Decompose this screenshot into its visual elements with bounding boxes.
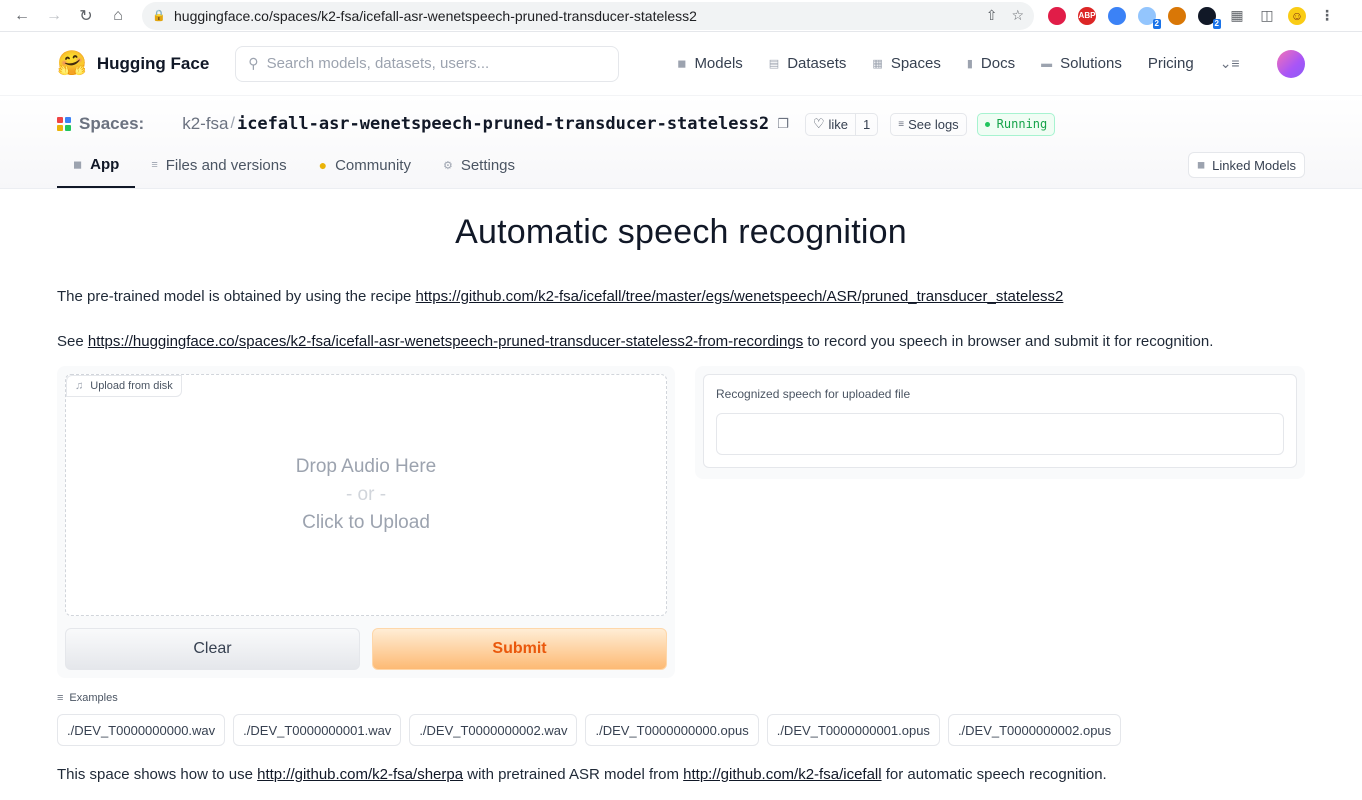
arrow-extension-icon[interactable] bbox=[1108, 6, 1126, 25]
icefall-link[interactable]: http://github.com/k2-fsa/icefall bbox=[683, 766, 881, 783]
more-menu-icon[interactable]: ⌄≡ bbox=[1220, 55, 1240, 72]
opera-icon[interactable] bbox=[1048, 6, 1066, 25]
tab-files[interactable]: ≡ Files and versions bbox=[135, 152, 302, 188]
path-separator: / bbox=[230, 115, 235, 132]
search-icon: ⚲ bbox=[248, 55, 259, 71]
footer-text: This space shows how to use http://githu… bbox=[57, 766, 1107, 783]
space-owner-link[interactable]: k2-fsa bbox=[182, 114, 228, 134]
linked-models-button[interactable]: ◼ Linked Models bbox=[1187, 152, 1305, 178]
cookie-icon[interactable] bbox=[1168, 6, 1186, 25]
adblock-icon[interactable]: ABP bbox=[1078, 6, 1096, 25]
sherpa-link[interactable]: http://github.com/k2-fsa/sherpa bbox=[257, 766, 463, 783]
book-icon: ▮ bbox=[966, 58, 973, 70]
recordings-space-link[interactable]: https://huggingface.co/spaces/k2-fsa/ice… bbox=[88, 333, 803, 350]
example-item[interactable]: ./DEV_T0000000001.opus bbox=[766, 714, 940, 746]
search-input[interactable]: ⚲ Search models, datasets, users... bbox=[235, 45, 620, 82]
list-icon: ≡ bbox=[57, 692, 64, 704]
share-icon[interactable]: ⇧ bbox=[986, 7, 998, 24]
output-label: Recognized speech for uploaded file bbox=[716, 387, 911, 401]
cube-icon: ◼ bbox=[1196, 159, 1206, 171]
logs-icon: ≡ bbox=[898, 118, 905, 130]
example-item[interactable]: ./DEV_T0000000000.opus bbox=[585, 714, 759, 746]
nav-models[interactable]: ◼ Models bbox=[677, 55, 743, 72]
heart-icon: ♡ bbox=[812, 116, 825, 131]
hugging-face-logo-icon: 🤗 bbox=[57, 50, 87, 77]
nav-pricing[interactable]: Pricing bbox=[1148, 55, 1194, 72]
extensions-bar: ABP 2 2 bbox=[1048, 6, 1221, 29]
profile-emoji-icon[interactable]: ☺ bbox=[1288, 6, 1306, 25]
cube-icon: ◼ bbox=[73, 158, 83, 171]
address-bar[interactable]: 🔒 huggingface.co/spaces/k2-fsa/icefall-a… bbox=[142, 1, 1034, 30]
submit-button[interactable]: Submit bbox=[372, 628, 667, 670]
example-item[interactable]: ./DEV_T0000000000.wav bbox=[57, 714, 226, 746]
examples-header: ≡ Examples bbox=[57, 692, 118, 704]
cube-icon: ◼ bbox=[677, 58, 687, 70]
home-icon[interactable]: ⌂ bbox=[104, 2, 132, 30]
community-icon: ● bbox=[318, 157, 328, 173]
page-title: Automatic speech recognition bbox=[455, 213, 907, 251]
extension-badge: 2 bbox=[1212, 18, 1221, 29]
grid-icon: ▦ bbox=[872, 58, 883, 70]
forward-icon[interactable]: → bbox=[40, 2, 68, 30]
audio-upload-dropzone[interactable]: ♫ Upload from disk Drop Audio Here - or … bbox=[65, 374, 667, 616]
globe-extension-icon[interactable]: 2 bbox=[1138, 6, 1161, 29]
space-header: Spaces: k2-fsa / icefall-asr-wenetspeech… bbox=[0, 96, 1362, 189]
spaces-logo-icon bbox=[57, 117, 71, 131]
upload-label: ♫ Upload from disk bbox=[66, 375, 182, 397]
output-panel: Recognized speech for uploaded file bbox=[695, 366, 1305, 479]
tab-settings[interactable]: ⚙ Settings bbox=[427, 152, 531, 188]
back-icon[interactable]: ← bbox=[8, 2, 36, 30]
brand-name: Hugging Face bbox=[96, 53, 210, 73]
bookmark-star-icon[interactable]: ☆ bbox=[1011, 7, 1024, 24]
like-count: 1 bbox=[855, 113, 877, 135]
status-badge: Running bbox=[976, 112, 1056, 136]
app-content: Automatic speech recognition The pre-tra… bbox=[0, 213, 1362, 783]
search-placeholder: Search models, datasets, users... bbox=[266, 55, 490, 72]
space-repo-name[interactable]: icefall-asr-wenetspeech-pruned-transduce… bbox=[237, 114, 769, 134]
see-logs-button[interactable]: ≡ See logs bbox=[890, 112, 967, 136]
music-note-icon: ♫ bbox=[75, 380, 84, 392]
sidebar-icon[interactable]: ◫ bbox=[1258, 7, 1276, 25]
browser-toolbar: ← → ↻ ⌂ 🔒 huggingface.co/spaces/k2-fsa/i… bbox=[0, 0, 1362, 32]
input-panel: ♫ Upload from disk Drop Audio Here - or … bbox=[57, 366, 675, 678]
files-icon: ≡ bbox=[151, 159, 158, 171]
top-nav: ◼ Models ▤ Datasets ▦ Spaces ▮ Docs ▬ Solutio… bbox=[677, 55, 1239, 72]
example-item[interactable]: ./DEV_T0000000002.opus bbox=[947, 714, 1122, 746]
nav-datasets[interactable]: ▤ Datasets bbox=[769, 55, 847, 72]
recognized-text-output[interactable] bbox=[716, 413, 1284, 455]
example-item[interactable]: ./DEV_T0000000002.wav bbox=[409, 714, 578, 746]
lock-icon: 🔒 bbox=[152, 10, 166, 22]
nav-docs[interactable]: ▮ Docs bbox=[967, 55, 1015, 72]
intro-text: The pre-trained model is obtained by usi… bbox=[57, 288, 1064, 305]
copy-icon[interactable]: ❐ bbox=[777, 116, 789, 132]
tab-community[interactable]: ● Community bbox=[303, 152, 427, 188]
recipe-link[interactable]: https://github.com/k2-fsa/icefall/tree/m… bbox=[416, 288, 1064, 305]
tab-app[interactable]: ◼ App bbox=[57, 152, 136, 188]
nav-solutions[interactable]: ▬ Solutions bbox=[1041, 55, 1122, 72]
avatar[interactable] bbox=[1277, 49, 1305, 78]
see-text: See https://huggingface.co/spaces/k2-fsa… bbox=[57, 333, 1214, 350]
puzzle-icon[interactable]: ▦ bbox=[1228, 7, 1246, 25]
like-button[interactable]: ♡ like 1 bbox=[804, 112, 879, 136]
briefcase-icon: ▬ bbox=[1041, 57, 1053, 70]
example-item[interactable]: ./DEV_T0000000001.wav bbox=[233, 714, 402, 746]
database-icon: ▤ bbox=[768, 58, 780, 70]
examples-list: ./DEV_T0000000000.wav ./DEV_T0000000001.… bbox=[57, 714, 1305, 746]
site-header: 🤗 Hugging Face ⚲ Search models, datasets… bbox=[0, 32, 1362, 96]
url-text: huggingface.co/spaces/k2-fsa/icefall-asr… bbox=[174, 7, 697, 24]
brand-link[interactable]: 🤗 Hugging Face bbox=[57, 49, 209, 78]
kebab-menu-icon[interactable]: ⋮ bbox=[1318, 7, 1336, 25]
gear-icon: ⚙ bbox=[442, 159, 453, 172]
drop-text: Drop Audio Here - or - Click to Upload bbox=[295, 456, 437, 533]
nav-spaces[interactable]: ▦ Spaces bbox=[872, 55, 940, 72]
extension-badge: 2 bbox=[1152, 18, 1161, 29]
reload-icon[interactable]: ↻ bbox=[72, 2, 100, 30]
clear-button[interactable]: Clear bbox=[65, 628, 360, 670]
github-extension-icon[interactable]: 2 bbox=[1198, 6, 1221, 29]
spaces-label: Spaces: bbox=[57, 114, 144, 134]
